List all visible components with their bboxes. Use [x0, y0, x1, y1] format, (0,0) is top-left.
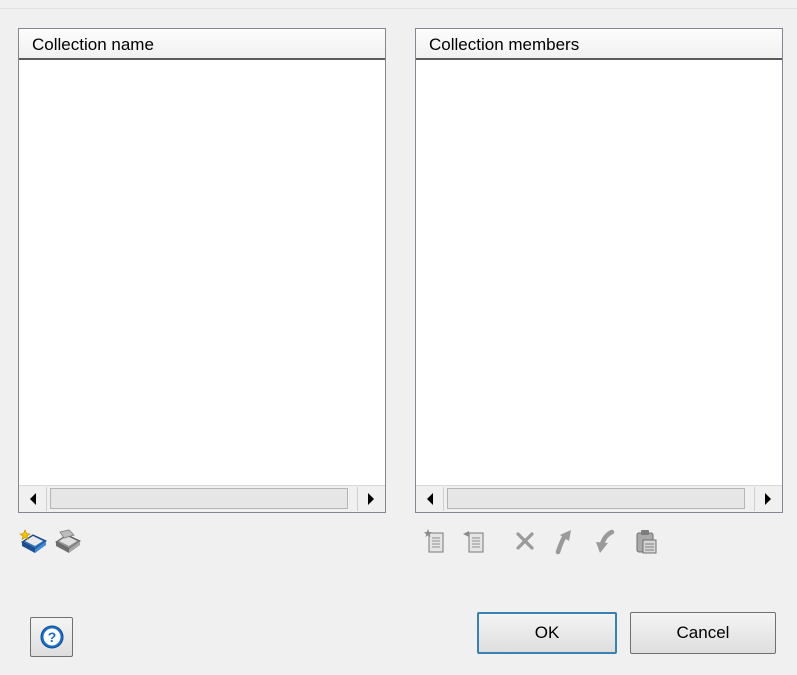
paste-icon	[636, 530, 657, 554]
move-down-button[interactable]	[589, 524, 621, 558]
help-button[interactable]: ?	[30, 617, 73, 657]
title-bar-remnant	[0, 0, 797, 9]
add-member-icon	[424, 529, 444, 553]
collection-members-list[interactable]: Collection members	[415, 28, 783, 513]
arrow-right-icon	[765, 493, 771, 505]
members-toolbar	[415, 524, 695, 562]
move-up-icon	[555, 530, 571, 555]
move-down-icon	[596, 529, 615, 553]
collection-toolbar	[18, 524, 138, 562]
scroll-right-button[interactable]	[754, 487, 781, 511]
add-members-button[interactable]	[459, 524, 491, 558]
help-icon: ?	[40, 625, 63, 649]
delete-collection-icon	[55, 529, 81, 553]
move-up-button[interactable]	[549, 524, 581, 558]
scroll-right-button[interactable]	[357, 487, 384, 511]
add-member-button[interactable]	[419, 524, 451, 558]
paste-button[interactable]	[629, 524, 661, 558]
collection-members-list-body[interactable]	[416, 60, 782, 485]
ok-button[interactable]: OK	[477, 612, 617, 654]
scroll-left-button[interactable]	[417, 487, 444, 511]
arrow-left-icon	[427, 493, 433, 505]
collection-members-column-header[interactable]: Collection members	[416, 29, 782, 60]
cancel-button[interactable]: Cancel	[630, 612, 776, 654]
collection-name-horizontal-scrollbar[interactable]	[19, 485, 385, 512]
new-collection-icon	[19, 529, 47, 553]
remove-member-icon	[516, 532, 534, 550]
scrollbar-thumb[interactable]	[447, 488, 745, 509]
remove-member-button[interactable]	[509, 524, 541, 558]
collection-name-list[interactable]: Collection name	[18, 28, 386, 513]
scrollbar-thumb[interactable]	[50, 488, 348, 509]
delete-collection-button[interactable]	[52, 524, 84, 558]
collection-name-column-header[interactable]: Collection name	[19, 29, 385, 60]
collection-name-list-body[interactable]	[19, 60, 385, 485]
scroll-left-button[interactable]	[20, 487, 47, 511]
arrow-left-icon	[30, 493, 36, 505]
collection-members-horizontal-scrollbar[interactable]	[416, 485, 782, 512]
add-members-icon	[463, 531, 484, 553]
new-collection-button[interactable]	[18, 524, 50, 558]
help-glyph: ?	[47, 629, 56, 645]
arrow-right-icon	[368, 493, 374, 505]
